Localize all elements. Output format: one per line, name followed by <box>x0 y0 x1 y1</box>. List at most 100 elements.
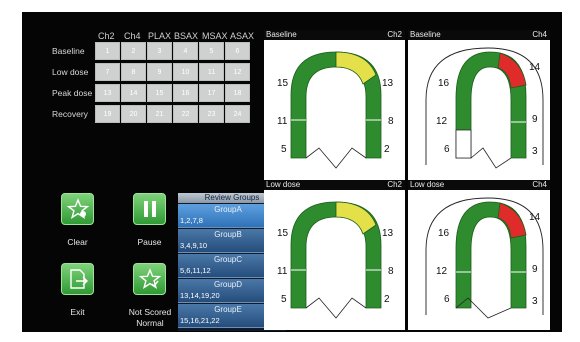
bullseye-ch2-diagram: 15 13 11 8 5 2 <box>277 201 394 319</box>
segment-label: 6 <box>444 294 450 305</box>
grid-cell[interactable]: 18 <box>225 84 250 102</box>
pause-icon <box>143 201 156 217</box>
segment-label: 16 <box>438 78 450 89</box>
panel-title-text: Low dose <box>410 180 445 189</box>
grid-cell[interactable]: 13 <box>95 84 120 102</box>
bullseye-ch4-diagram: 16 14 12 9 6 3 <box>425 197 544 319</box>
row-label-peak-dose: Peak dose <box>52 88 93 98</box>
grid-cell[interactable]: 11 <box>199 63 224 81</box>
row-label-baseline: Baseline <box>52 46 85 56</box>
panel-low-dose-ch2[interactable]: Low dose Ch2 15 13 11 8 5 2 <box>264 180 405 330</box>
group-name: GroupE <box>214 305 242 314</box>
segment-label: 9 <box>532 114 538 125</box>
grid-cell[interactable]: 1 <box>95 42 120 60</box>
panel-baseline-ch4[interactable]: Baseline Ch4 16 14 12 9 6 3 <box>408 30 550 180</box>
segment-label: 13 <box>382 228 394 239</box>
grid-cell[interactable]: 16 <box>173 84 198 102</box>
segment-label: 6 <box>444 144 450 155</box>
segment-label: 5 <box>281 294 287 305</box>
segment-label: 14 <box>529 212 541 223</box>
column-header-ch2: Ch2 <box>98 31 115 41</box>
panel-title: Baseline Ch2 <box>264 30 405 40</box>
segment-label: 3 <box>532 146 538 157</box>
group-value: 15,16,21,22 <box>180 316 220 325</box>
group-name: GroupB <box>214 230 242 239</box>
review-group-item[interactable]: GroupE 15,16,21,22 <box>178 304 278 328</box>
column-header-asax: ASAX <box>230 31 255 41</box>
grid-cell[interactable]: 22 <box>173 105 198 123</box>
bullseye-ch4-diagram: 16 14 12 9 6 3 <box>425 47 544 169</box>
segment-label: 12 <box>436 266 448 277</box>
grid-cell[interactable]: 17 <box>199 84 224 102</box>
exit-label: Exit <box>70 307 85 317</box>
panel-channel: Ch2 <box>387 180 402 189</box>
grid-cell[interactable]: 19 <box>95 105 120 123</box>
review-group-item[interactable]: GroupB 3,4,9,10 <box>178 229 278 253</box>
row-label-low-dose: Low dose <box>52 67 89 77</box>
bullseye-ch2-diagram: 15 13 11 8 5 2 <box>277 51 394 169</box>
grid-cell[interactable]: 9 <box>147 63 172 81</box>
segment-label: 2 <box>384 144 390 155</box>
not-scored-normal-button[interactable] <box>133 263 166 295</box>
echo-scoring-screen: Ch2 Ch4 PLAX BSAX MSAX ASAX Baseline Low… <box>22 12 562 332</box>
column-header-msax: MSAX <box>202 31 228 41</box>
review-group-item[interactable]: GroupC 5,6,11,12 <box>178 254 278 278</box>
segment-label: 9 <box>532 264 538 275</box>
segment-label: 14 <box>529 62 541 73</box>
clear-button[interactable] <box>61 193 94 225</box>
group-value: 13,14,19,20 <box>180 291 220 300</box>
review-group-item[interactable]: GroupD 13,14,19,20 <box>178 279 278 303</box>
grid-cell[interactable]: 15 <box>147 84 172 102</box>
segment-label: 8 <box>388 116 394 127</box>
panel-low-dose-ch4[interactable]: Low dose Ch4 16 14 12 9 6 3 <box>408 180 550 330</box>
segment-label: 11 <box>277 266 288 277</box>
panel-channel: Ch4 <box>532 30 547 39</box>
row-label-recovery: Recovery <box>52 109 88 119</box>
panel-title: Low dose Ch4 <box>408 180 550 190</box>
group-name: GroupC <box>213 255 242 264</box>
segment-label: 2 <box>384 294 390 305</box>
panel-title-text: Baseline <box>266 30 297 39</box>
grid-cell[interactable]: 5 <box>199 42 224 60</box>
group-value: 3,4,9,10 <box>180 241 208 250</box>
column-header-ch4: Ch4 <box>124 31 141 41</box>
group-value: 1,2,7,8 <box>180 216 203 225</box>
column-header-plax: PLAX <box>148 31 172 41</box>
exit-button[interactable] <box>61 263 94 295</box>
panel-title-text: Baseline <box>410 30 441 39</box>
panel-title: Low dose Ch2 <box>264 180 405 190</box>
grid-cell[interactable]: 10 <box>173 63 198 81</box>
panel-channel: Ch2 <box>387 30 402 39</box>
segment-label: 16 <box>438 228 450 239</box>
grid-cell[interactable]: 7 <box>95 63 120 81</box>
grid-cell[interactable]: 12 <box>225 63 250 81</box>
grid-cell[interactable]: 4 <box>173 42 198 60</box>
group-value: 5,6,11,12 <box>180 266 211 275</box>
grid-cell[interactable]: 23 <box>199 105 224 123</box>
grid-cell[interactable]: 8 <box>121 63 146 81</box>
segment-label: 3 <box>532 296 538 307</box>
segment-label: 12 <box>436 116 448 127</box>
segment-label: 5 <box>281 144 287 155</box>
segment-label: 13 <box>382 78 394 89</box>
column-header-bsax: BSAX <box>174 31 199 41</box>
grid-cell[interactable]: 3 <box>147 42 172 60</box>
not-scored-label: Not Scored <box>128 307 172 317</box>
segment-label: 8 <box>388 266 394 277</box>
panel-baseline-ch2[interactable]: Baseline Ch2 15 13 11 8 5 2 <box>264 30 405 180</box>
pause-button[interactable] <box>133 193 166 225</box>
grid-cell[interactable]: 21 <box>147 105 172 123</box>
grid-cell[interactable]: 2 <box>121 42 146 60</box>
review-group-item[interactable]: GroupA 1,2,7,8 <box>178 204 278 228</box>
star-check-icon <box>138 268 161 289</box>
panel-title-text: Low dose <box>266 180 301 189</box>
grid-cell[interactable]: 6 <box>225 42 250 60</box>
group-name: GroupD <box>213 280 242 289</box>
normal-label: Normal <box>136 318 164 328</box>
grid-cell[interactable]: 14 <box>121 84 146 102</box>
panel-title: Baseline Ch4 <box>408 30 550 40</box>
grid-cell[interactable]: 20 <box>121 105 146 123</box>
exit-document-icon <box>69 269 88 289</box>
grid-cell[interactable]: 24 <box>225 105 250 123</box>
panel-channel: Ch4 <box>532 180 547 189</box>
